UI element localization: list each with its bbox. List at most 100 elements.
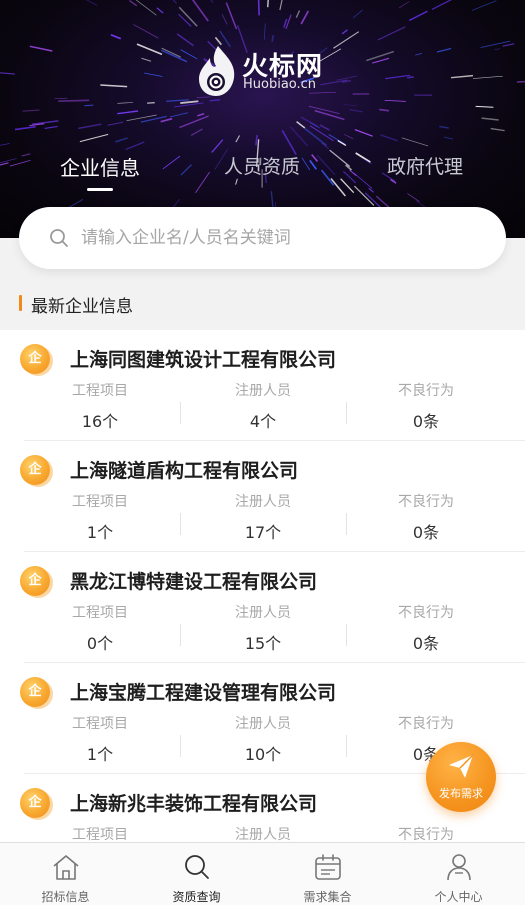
starburst-streak bbox=[270, 191, 274, 207]
starburst-streak bbox=[290, 126, 309, 147]
starburst-streak bbox=[210, 0, 214, 4]
violations-label: 不良行为 bbox=[398, 716, 454, 732]
starburst-streak bbox=[31, 120, 59, 125]
starburst-streak bbox=[125, 141, 145, 151]
company-card[interactable]: 企 上海隧道盾构工程有限公司 工程项目 注册人员 不良行为 1个 17个 0条 bbox=[0, 441, 525, 552]
projects-label: 工程项目 bbox=[72, 605, 128, 621]
staff-count: 17个 bbox=[244, 523, 282, 542]
starburst-streak bbox=[296, 121, 306, 129]
staff-count: 10个 bbox=[244, 745, 282, 764]
starburst-streak bbox=[481, 117, 499, 121]
company-badge-icon: 企 bbox=[20, 566, 50, 596]
violations-count: 0条 bbox=[412, 523, 440, 542]
starburst-streak bbox=[176, 33, 194, 47]
publish-demand-label: 发布需求 bbox=[439, 787, 483, 800]
starburst-streak bbox=[502, 43, 515, 47]
starburst-streak bbox=[304, 127, 328, 147]
nav-tender-info[interactable]: 招标信息 bbox=[0, 843, 131, 905]
company-card[interactable]: 企 黑龙江博特建设工程有限公司 工程项目 注册人员 不良行为 0个 15个 0条 bbox=[0, 552, 525, 663]
company-name[interactable]: 上海同图建筑设计工程有限公司 bbox=[70, 345, 336, 372]
nav-demand-collection[interactable]: 需求集合 bbox=[262, 843, 393, 905]
starburst-streak bbox=[366, 50, 395, 62]
calendar-icon bbox=[315, 854, 341, 880]
company-name[interactable]: 上海新兆丰装饰工程有限公司 bbox=[70, 789, 317, 816]
starburst-streak bbox=[197, 112, 205, 117]
starburst-streak bbox=[372, 57, 390, 64]
starburst-streak bbox=[343, 134, 354, 139]
starburst-streak bbox=[100, 84, 128, 88]
starburst-streak bbox=[86, 0, 98, 6]
starburst-streak bbox=[141, 57, 152, 62]
starburst-streak bbox=[257, 0, 260, 16]
staff-label: 注册人员 bbox=[235, 605, 291, 621]
starburst-streak bbox=[160, 117, 173, 123]
search-input[interactable] bbox=[81, 221, 481, 255]
starburst-streak bbox=[385, 74, 410, 80]
starburst-streak bbox=[29, 45, 53, 52]
staff-count: 4个 bbox=[249, 412, 277, 431]
starburst-streak bbox=[415, 53, 423, 56]
company-badge-icon: 企 bbox=[20, 788, 50, 818]
staff-label: 注册人员 bbox=[235, 383, 291, 399]
starburst-streak bbox=[490, 127, 505, 132]
search-bar[interactable] bbox=[19, 207, 506, 269]
app-logo: 火标网 Huobiao.cn bbox=[196, 44, 336, 100]
starburst-streak bbox=[283, 18, 288, 28]
starburst-streak bbox=[180, 49, 198, 60]
starburst-streak bbox=[166, 99, 189, 102]
starburst-streak bbox=[264, 23, 266, 40]
starburst-streak bbox=[494, 48, 501, 51]
tab-personnel-qualification[interactable]: 人员资质 bbox=[192, 152, 332, 179]
starburst-streak bbox=[439, 125, 449, 129]
company-name[interactable]: 黑龙江博特建设工程有限公司 bbox=[70, 567, 317, 594]
staff-label: 注册人员 bbox=[235, 494, 291, 510]
starburst-streak bbox=[235, 135, 241, 143]
starburst-streak bbox=[136, 43, 163, 56]
violations-count: 0条 bbox=[412, 412, 440, 431]
starburst-streak bbox=[475, 105, 494, 108]
starburst-streak bbox=[169, 112, 189, 118]
projects-label: 工程项目 bbox=[72, 827, 128, 842]
starburst-streak bbox=[129, 0, 138, 7]
starburst-streak bbox=[308, 105, 340, 115]
starburst-streak bbox=[336, 75, 357, 81]
column-divider bbox=[180, 402, 181, 424]
company-name[interactable]: 上海隧道盾构工程有限公司 bbox=[70, 456, 298, 483]
starburst-streak bbox=[78, 123, 102, 130]
column-divider bbox=[346, 513, 347, 535]
starburst-streak bbox=[225, 2, 238, 30]
starburst-streak bbox=[295, 10, 301, 18]
company-card[interactable]: 企 上海同图建筑设计工程有限公司 工程项目 注册人员 不良行为 16个 4个 0… bbox=[0, 330, 525, 441]
starburst-streak bbox=[352, 9, 363, 19]
starburst-streak bbox=[115, 137, 128, 143]
publish-demand-button[interactable]: 发布需求 bbox=[426, 742, 496, 812]
violations-label: 不良行为 bbox=[398, 494, 454, 510]
nav-label: 资质查询 bbox=[172, 890, 221, 904]
starburst-streak bbox=[480, 40, 511, 49]
tab-company-info[interactable]: 企业信息 bbox=[30, 152, 170, 181]
starburst-streak bbox=[354, 129, 373, 137]
starburst-streak bbox=[471, 0, 497, 11]
staff-label: 注册人员 bbox=[235, 716, 291, 732]
column-divider bbox=[346, 735, 347, 757]
starburst-streak bbox=[0, 72, 15, 75]
starburst-streak bbox=[84, 104, 94, 107]
starburst-streak bbox=[117, 102, 133, 104]
house-icon bbox=[53, 855, 79, 880]
section-accent-bar bbox=[19, 295, 22, 311]
company-badge-icon: 企 bbox=[20, 677, 50, 707]
starburst-streak bbox=[79, 133, 109, 143]
bottom-navigation: 招标信息 资质查询 需求集合 个人中心 bbox=[0, 842, 525, 905]
starburst-streak bbox=[279, 0, 283, 11]
nav-personal-center[interactable]: 个人中心 bbox=[393, 843, 524, 905]
starburst-streak bbox=[191, 0, 209, 22]
starburst-streak bbox=[22, 109, 40, 112]
starburst-streak bbox=[180, 100, 199, 104]
projects-label: 工程项目 bbox=[72, 494, 128, 510]
nav-qualification-query[interactable]: 资质查询 bbox=[131, 843, 262, 905]
tab-government-agency[interactable]: 政府代理 bbox=[355, 152, 495, 179]
company-name[interactable]: 上海宝腾工程建设管理有限公司 bbox=[70, 678, 336, 705]
violations-label: 不良行为 bbox=[398, 383, 454, 399]
starburst-streak bbox=[178, 13, 192, 27]
starburst-streak bbox=[174, 102, 204, 108]
